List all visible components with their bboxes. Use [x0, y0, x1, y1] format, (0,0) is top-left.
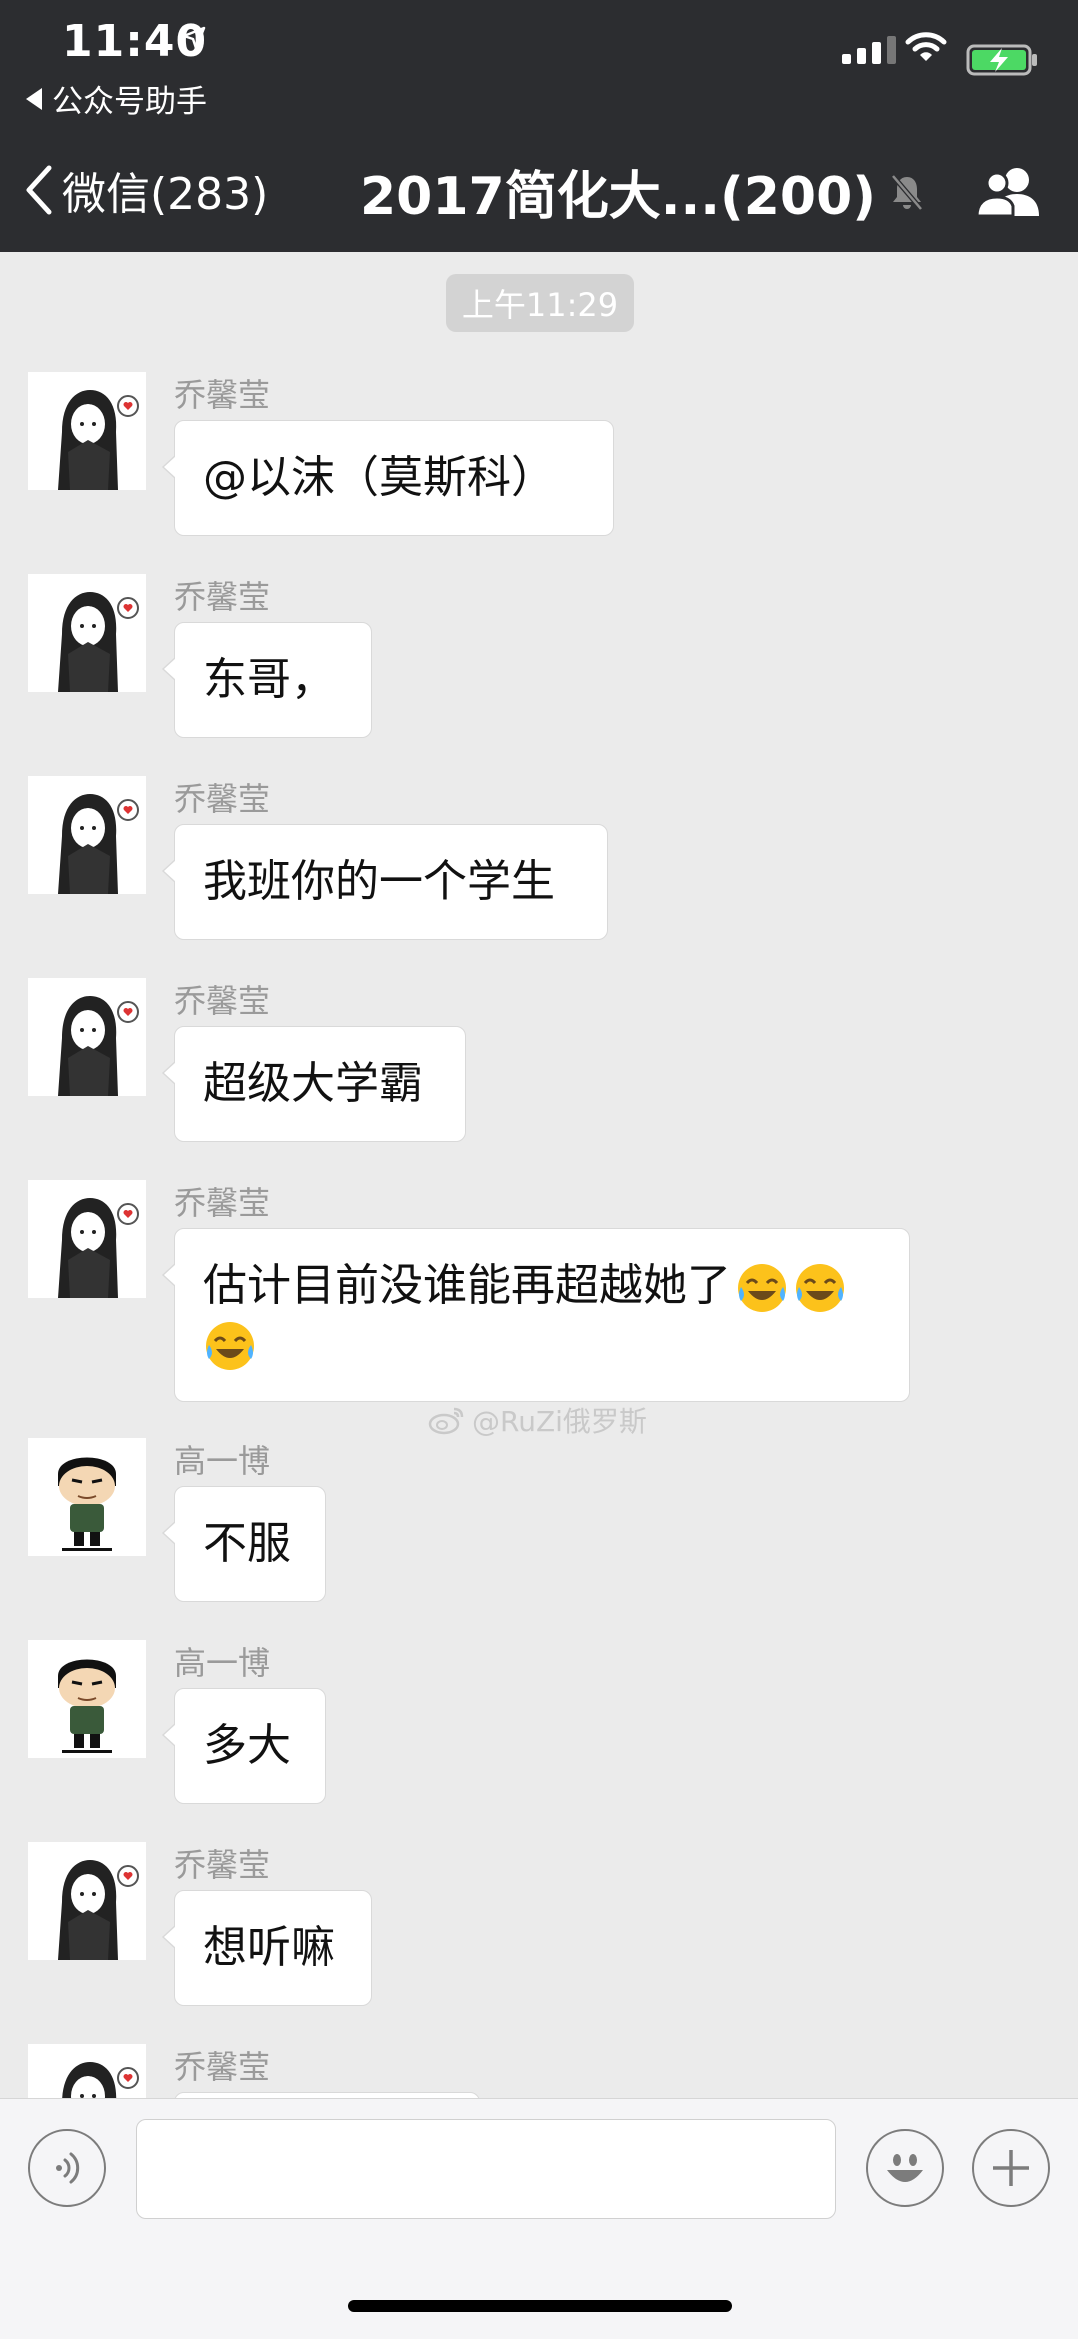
- message-bubble[interactable]: 我班你的一个学生: [162, 824, 608, 940]
- message-bubble[interactable]: 多大: [162, 1688, 326, 1804]
- message-text: 超级大学霸: [203, 1058, 423, 1109]
- group-members-icon[interactable]: [975, 166, 1045, 218]
- smiley-face-icon: [887, 2154, 923, 2182]
- time-badge: 上午11:29: [446, 274, 634, 332]
- chat-title-text: 2017简化大...(200): [360, 167, 877, 227]
- avatar[interactable]: [28, 1180, 146, 1298]
- message-text: 不服: [203, 1518, 291, 1569]
- girl-avatar-icon: [58, 1198, 139, 1298]
- message-text: 估计目前没谁能再超越她了: [203, 1260, 731, 1311]
- sender-name: 乔馨莹: [174, 982, 271, 1020]
- girl-avatar-icon: [62, 2062, 139, 2098]
- watermark: @RuZi俄罗斯: [428, 1400, 647, 1440]
- message-text: 多大: [203, 1720, 291, 1771]
- weibo-logo-icon: [428, 1407, 464, 1435]
- message-bubble[interactable]: 想听嘛: [162, 1890, 372, 2006]
- girl-avatar-icon: [58, 390, 139, 490]
- message-bubble[interactable]: 超级大学霸: [162, 1026, 466, 1142]
- boy-avatar-icon: [58, 1659, 116, 1753]
- battery-charging-icon: [966, 44, 1037, 76]
- sender-name: 乔馨莹: [174, 1846, 271, 1884]
- emoji-button[interactable]: [866, 2129, 944, 2207]
- avatar[interactable]: [28, 776, 146, 894]
- voice-input-button[interactable]: [28, 2129, 106, 2207]
- top-header: 11:40 公众号助手 微信(283) 2017简化大...(200): [0, 0, 1078, 252]
- girl-avatar-icon: [58, 996, 139, 1096]
- sender-name: 乔馨莹: [174, 578, 271, 616]
- wifi-icon: [905, 32, 947, 61]
- chat-title: 2017简化大...(200): [360, 154, 924, 229]
- avatar[interactable]: [28, 978, 146, 1096]
- message-text: 我班你的一个学生: [203, 856, 555, 907]
- laughing-crying-emoji-icon: [206, 1322, 254, 1370]
- chevron-left-icon: [26, 165, 52, 215]
- message-text: 想听嘛: [203, 1922, 335, 1973]
- plus-icon: [993, 2150, 1029, 2186]
- voice-wave-icon: [56, 2152, 80, 2184]
- message-bubble[interactable]: 不服: [162, 1486, 326, 1602]
- girl-avatar-icon: [58, 794, 139, 894]
- back-label: 微信(283): [62, 169, 269, 220]
- girl-avatar-icon: [58, 1860, 139, 1960]
- avatar[interactable]: [28, 2044, 146, 2098]
- sender-name: 乔馨莹: [174, 376, 271, 414]
- avatar[interactable]: [28, 1438, 146, 1556]
- cellular-signal-icon: [842, 36, 896, 64]
- avatar[interactable]: [28, 1842, 146, 1960]
- watermark-text: @RuZi俄罗斯: [472, 1405, 647, 1438]
- avatar[interactable]: [28, 574, 146, 692]
- message-text: @以沫（莫斯科）: [203, 452, 555, 503]
- location-arrow-icon: [182, 26, 206, 50]
- message-bubble[interactable]: @以沫（莫斯科）: [162, 420, 614, 536]
- back-app-label: 公众号助手: [52, 84, 207, 120]
- laughing-crying-emoji-icon: [738, 1264, 786, 1312]
- message-bubble[interactable]: 估计目前没谁能再超越她了: [162, 1228, 910, 1402]
- sender-name: 乔馨莹: [174, 1184, 271, 1222]
- avatar[interactable]: [28, 1640, 146, 1758]
- more-options-button[interactable]: [972, 2129, 1050, 2207]
- laughing-crying-emoji-icon: [796, 1264, 844, 1312]
- mute-bell-icon: [891, 173, 923, 211]
- chat-message-list[interactable]: 上午11:29 乔馨莹 @以沫（莫斯科） 乔馨莹 东哥， 乔馨莹 我班你的一个学…: [0, 252, 1078, 2098]
- message-text: 东哥，: [203, 654, 335, 705]
- girl-avatar-icon: [58, 592, 139, 692]
- sender-name: 高一博: [174, 1644, 271, 1682]
- sender-name: 乔馨莹: [174, 2048, 271, 2086]
- avatar[interactable]: [28, 372, 146, 490]
- message-bubble[interactable]: 东哥，: [162, 622, 372, 738]
- message-input[interactable]: [136, 2119, 836, 2219]
- boy-avatar-icon: [58, 1457, 116, 1551]
- back-triangle-icon: [26, 87, 42, 110]
- sender-name: 乔馨莹: [174, 780, 271, 818]
- sender-name: 高一博: [174, 1442, 271, 1480]
- home-indicator[interactable]: [348, 2300, 732, 2312]
- back-button[interactable]: 微信(283): [26, 158, 268, 222]
- back-to-app-link[interactable]: 公众号助手: [26, 76, 207, 121]
